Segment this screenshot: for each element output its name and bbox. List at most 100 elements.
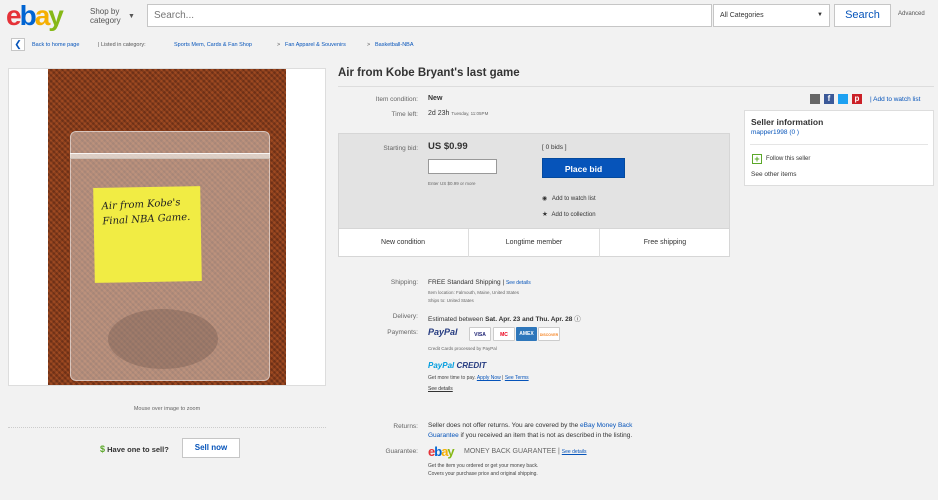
time-left-remaining: 2d 23h: [428, 110, 450, 117]
add-to-watch-list-link[interactable]: ◉ Add to watch list: [542, 195, 596, 202]
sell-now-button[interactable]: Sell now: [182, 438, 240, 458]
mbg-see-details-link[interactable]: See details: [562, 449, 587, 455]
chevron-down-icon: ▼: [817, 12, 823, 18]
delivery-dates: Sat. Apr. 23 and Thu. Apr. 28: [485, 316, 573, 323]
money-back-guarantee: MONEY BACK GUARANTEE | See details: [464, 448, 587, 455]
facebook-icon[interactable]: f: [824, 94, 834, 104]
returns-label: Returns:: [393, 423, 418, 430]
time-left-label: Time left:: [391, 111, 419, 118]
returns-line2: Guarantee if you received an item that i…: [428, 432, 632, 439]
pinterest-icon[interactable]: p: [852, 94, 862, 104]
more-time-text: Get more time to pay.: [428, 375, 476, 381]
logo-letter: b: [19, 0, 37, 31]
category-select[interactable]: All Categories ▼: [713, 4, 830, 27]
shop-by-label: Shop by: [90, 7, 120, 16]
plus-icon[interactable]: +: [752, 154, 762, 164]
condition-label: Item condition:: [375, 96, 418, 103]
shop-by-category-button[interactable]: Shop by category ▼: [90, 7, 135, 25]
shipping-label: Shipping:: [390, 279, 418, 286]
add-to-watch-list-link[interactable]: | Add to watch list: [870, 96, 920, 103]
feature-free-shipping: Free shipping: [643, 239, 687, 246]
breadcrumb-sep: >: [367, 42, 371, 48]
follow-seller-link[interactable]: Follow this seller: [766, 156, 810, 162]
returns-line1: Seller does not offer returns. You are c…: [428, 422, 632, 429]
item-title: Air from Kobe Bryant's last game: [338, 67, 520, 79]
listed-in-label: | Listed in category:: [98, 42, 146, 48]
advanced-search-link[interactable]: Advanced: [898, 11, 925, 17]
ebay-logo[interactable]: ebay: [6, 0, 64, 32]
delivery-prefix: Estimated between: [428, 316, 484, 323]
bid-amount-input[interactable]: [428, 159, 497, 174]
paypal-credit-details-link[interactable]: See details: [428, 386, 453, 392]
logo-letter: a: [34, 0, 51, 31]
sticky-note-text: Air from Kobe's Final NBA Game.: [101, 197, 191, 228]
guarantee-link[interactable]: Guarantee: [428, 432, 459, 439]
have-one-to-sell: $ Have one to sell?: [100, 444, 169, 454]
item-photo[interactable]: Air from Kobe's Final NBA Game.: [48, 69, 286, 385]
condition-value: New: [428, 95, 443, 102]
bids-link[interactable]: [ 0 bids ]: [542, 144, 567, 151]
place-bid-button[interactable]: Place bid: [542, 158, 625, 178]
search-input[interactable]: [148, 5, 711, 26]
see-terms-link[interactable]: See Terms: [505, 375, 529, 381]
search-button[interactable]: Search: [834, 4, 891, 27]
back-to-home-link[interactable]: Back to home page: [32, 42, 79, 48]
back-arrow-icon[interactable]: ❮: [11, 38, 25, 51]
returns-text: Seller does not offer returns. You are c…: [428, 422, 579, 429]
paypal-credit-word1: PayPal: [428, 361, 455, 370]
divider: [8, 427, 326, 428]
feature-longtime-member: Longtime member: [505, 239, 563, 246]
amex-icon: AMEX: [516, 327, 537, 341]
mbg-text: MONEY BACK GUARANTEE: [464, 448, 557, 455]
bag-zipper: [70, 153, 270, 159]
starting-bid-value: US $0.99: [428, 141, 468, 152]
delivery-value: Estimated between Sat. Apr. 23 and Thu. …: [428, 313, 581, 323]
search-box[interactable]: [147, 4, 712, 27]
eye-icon: ◉: [542, 196, 548, 202]
add-to-watch-list-label: Add to watch list: [873, 96, 921, 103]
paypal-credit-logo: PayPal CREDIT: [428, 361, 486, 370]
category-selected: All Categories: [720, 12, 764, 19]
payments-label: Payments:: [387, 329, 418, 336]
paypal-credit-word2: CREDIT: [456, 361, 487, 370]
logo-letter: y: [48, 0, 64, 31]
time-left-value: 2d 23h Tuesday, 11:05PM: [428, 110, 488, 117]
seller-name-link[interactable]: mapper1998: [751, 129, 788, 136]
time-left-detail: Tuesday, 11:05PM: [451, 111, 489, 116]
star-icon: ★: [542, 211, 548, 218]
shop-by-label: category: [90, 16, 121, 25]
breadcrumb-item[interactable]: Fan Apparel & Souvenirs: [285, 42, 346, 48]
header: ebay Shop by category ▼ All Categories ▼…: [0, 0, 938, 34]
cc-processed: Credit Cards processed by PayPal: [428, 346, 497, 351]
add-to-collection-link[interactable]: ★ Add to collection: [542, 210, 596, 218]
divider: [338, 86, 934, 87]
guarantee-line1: Get the item you ordered or get your mon…: [428, 463, 539, 469]
guarantee-label: Guarantee:: [385, 448, 418, 455]
seller-score[interactable]: (0 ): [789, 129, 799, 136]
twitter-icon[interactable]: [838, 94, 848, 104]
enter-bid-hint: Enter US $0.99 or more: [428, 181, 476, 186]
email-icon[interactable]: [810, 94, 820, 104]
logo-letter: e: [6, 0, 22, 31]
shipping-see-details-link[interactable]: See details: [506, 280, 531, 286]
starting-bid-label: Starting bid:: [383, 145, 418, 152]
delivery-label: Delivery:: [392, 313, 418, 320]
guarantee-line2: Covers your purchase price and original …: [428, 471, 538, 477]
breadcrumb-item[interactable]: Sports Mem, Cards & Fan Shop: [174, 42, 252, 48]
item-location: Item location: Falmouth, Maine, United S…: [428, 290, 520, 295]
chevron-down-icon: ▼: [128, 13, 135, 20]
breadcrumb-item[interactable]: Basketball-NBA: [375, 42, 414, 48]
apply-now-link[interactable]: Apply Now: [477, 375, 501, 381]
see-other-items-link[interactable]: See other items: [751, 171, 797, 178]
dollar-icon: $: [100, 444, 106, 454]
seller-name: mapper1998 (0 ): [751, 129, 799, 136]
add-to-collection-label: Add to collection: [551, 212, 596, 218]
seller-info-title: Seller information: [751, 117, 824, 127]
returns-text: if you received an item that is not as d…: [460, 432, 633, 439]
info-icon[interactable]: ⓘ: [574, 316, 581, 323]
add-to-watch-list-label: Add to watch list: [551, 196, 596, 202]
logo-letter: y: [447, 444, 454, 459]
money-back-link[interactable]: eBay Money Back: [580, 422, 632, 429]
ebay-mbg-logo: ebay: [428, 444, 455, 459]
mastercard-icon: MC: [493, 327, 515, 341]
